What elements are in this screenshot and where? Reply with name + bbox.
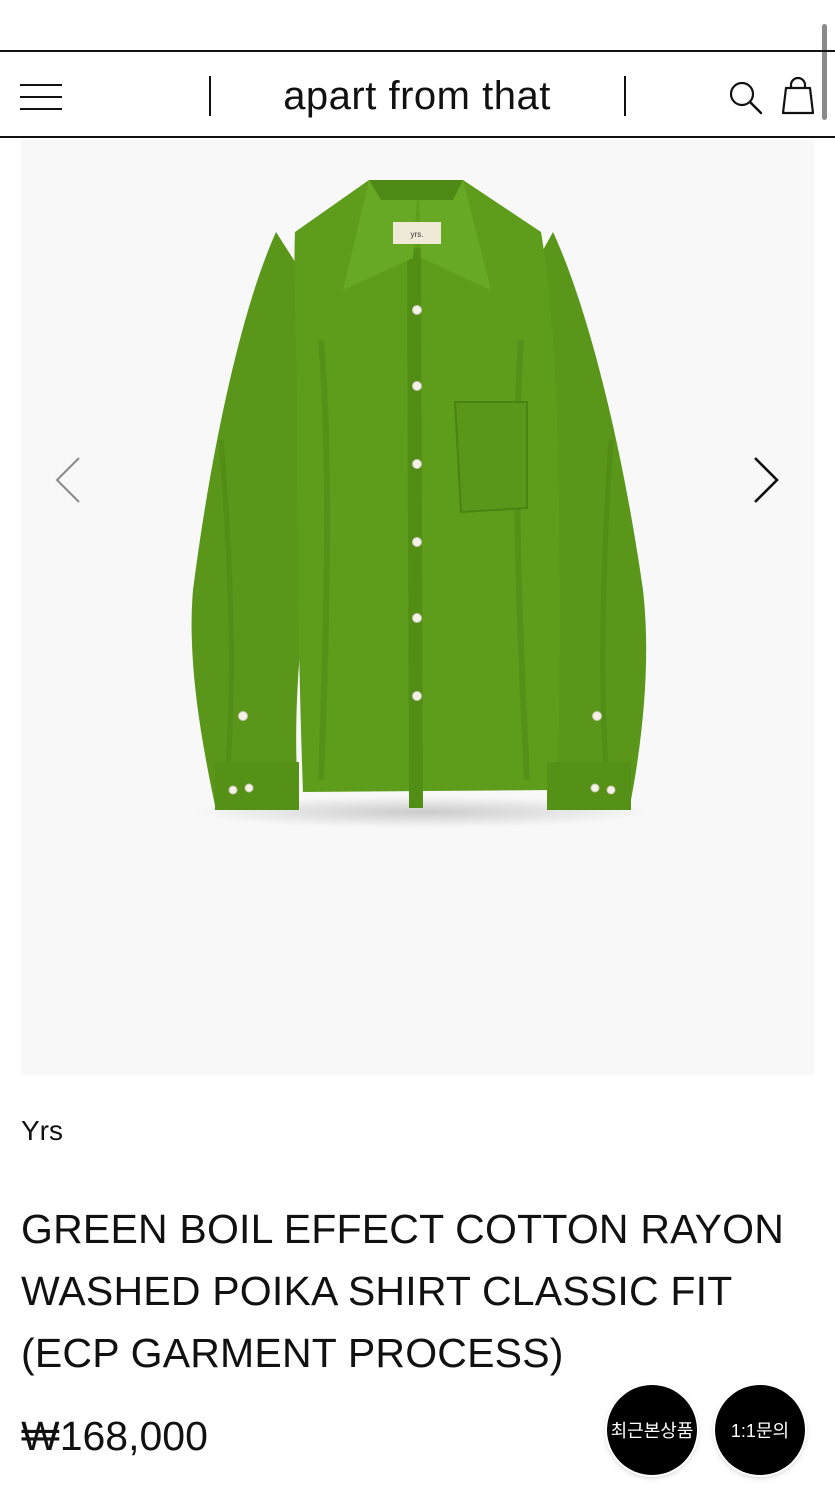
header-divider-left: [209, 76, 211, 116]
product-title-line: GREEN BOIL EFFECT COTTON RAYON: [21, 1206, 785, 1252]
product-brand[interactable]: Yrs: [21, 1114, 63, 1148]
recently-viewed-button[interactable]: 최근본상품: [607, 1385, 697, 1475]
hamburger-menu-icon[interactable]: [20, 84, 62, 112]
product-title: GREEN BOIL EFFECT COTTON RAYON WASHED PO…: [21, 1198, 811, 1384]
chevron-right-icon[interactable]: [751, 456, 781, 509]
product-image: yrs.: [191, 180, 651, 828]
product-title-line: (ECP GARMENT PROCESS): [21, 1330, 564, 1376]
product-price: ₩168,000: [21, 1413, 208, 1459]
inquiry-button[interactable]: 1:1문의: [715, 1385, 805, 1475]
product-title-line: WASHED POIKA SHIRT CLASSIC FIT: [21, 1268, 733, 1314]
header-divider-right: [624, 76, 626, 116]
garment-label-text: yrs.: [411, 230, 424, 239]
product-image-gallery[interactable]: yrs.: [21, 140, 814, 1075]
shopping-bag-icon[interactable]: [780, 76, 816, 121]
site-header: apart from that: [0, 50, 835, 138]
product-page: apart from that yrs. Yrs GREEN BOIL EFFE…: [0, 0, 835, 1500]
chevron-left-icon[interactable]: [53, 456, 83, 509]
search-icon[interactable]: [728, 80, 764, 121]
site-logo[interactable]: apart from that: [222, 70, 612, 122]
